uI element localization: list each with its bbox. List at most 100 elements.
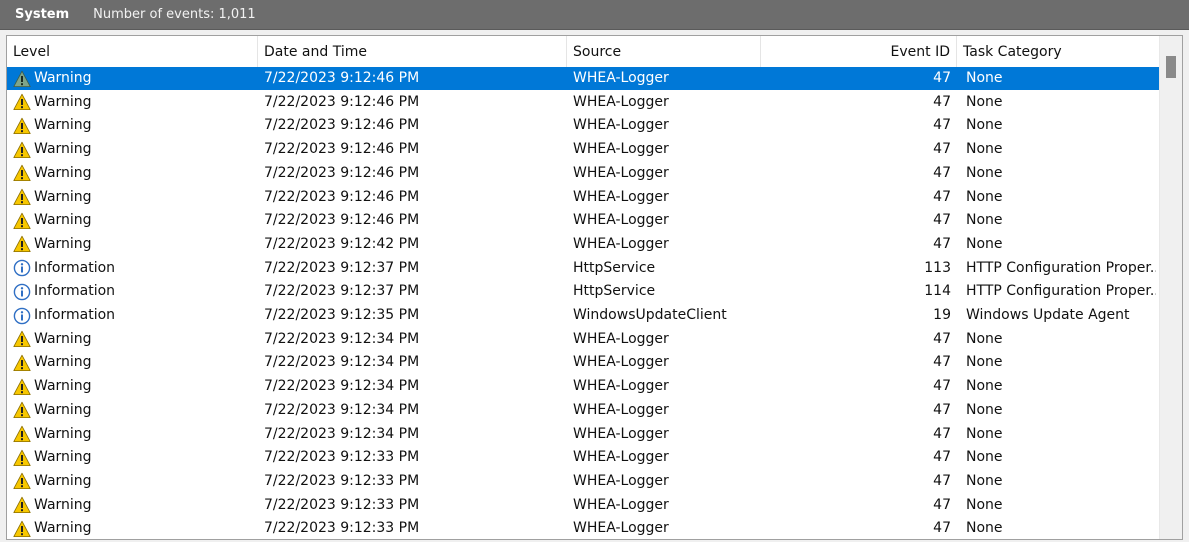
table-row[interactable]: Warning 7/22/2023 9:12:46 PM WHEA-Logger 47… — [7, 162, 1159, 185]
table-row[interactable]: Information 7/22/2023 9:12:35 PM WindowsUp… — [7, 304, 1159, 327]
source-cell: WHEA-Logger — [573, 425, 669, 442]
column-header-task-category[interactable]: Task Category — [957, 36, 1159, 67]
level-label: Warning — [34, 235, 92, 252]
datetime-cell: 7/22/2023 9:12:33 PM — [264, 496, 420, 513]
task-category-cell: None — [966, 401, 1003, 418]
info-icon — [13, 259, 31, 277]
event-id-cell: 47 — [933, 141, 951, 158]
level-cell: Warning — [13, 423, 258, 446]
level-cell: Warning — [13, 375, 258, 398]
warning-icon — [13, 93, 31, 111]
level-label: Warning — [34, 93, 92, 110]
task-category-cell: None — [966, 472, 1003, 489]
event-id-cell: 47 — [933, 235, 951, 252]
table-row[interactable]: Warning 7/22/2023 9:12:34 PM WHEA-Logger 47… — [7, 351, 1159, 374]
task-category-cell: Windows Update Agent — [966, 307, 1130, 323]
level-label: Warning — [34, 354, 92, 371]
table-row[interactable]: Warning 7/22/2023 9:12:46 PM WHEA-Logger 47… — [7, 91, 1159, 114]
table-row[interactable]: Information 7/22/2023 9:12:37 PM HttpServi… — [7, 280, 1159, 303]
event-id-cell: 47 — [933, 164, 951, 181]
vertical-scrollbar[interactable] — [1159, 36, 1182, 539]
table-row[interactable]: Warning 7/22/2023 9:12:33 PM WHEA-Logger 47… — [7, 494, 1159, 517]
source-cell: WHEA-Logger — [573, 117, 669, 134]
event-id-cell: 47 — [933, 188, 951, 205]
level-label: Warning — [34, 188, 92, 205]
datetime-cell: 7/22/2023 9:12:35 PM — [264, 307, 420, 323]
level-label: Information — [34, 283, 116, 300]
events-list-panel: Level Date and Time Source Event ID Task… — [6, 35, 1183, 540]
level-label: Warning — [34, 425, 92, 442]
column-header-level[interactable]: Level — [7, 36, 258, 67]
task-category-cell: None — [966, 188, 1003, 205]
level-label: Warning — [34, 378, 92, 395]
warning-icon — [13, 354, 31, 372]
task-category-cell: None — [966, 164, 1003, 181]
warning-icon — [13, 188, 31, 206]
level-label: Information — [34, 307, 116, 323]
source-cell: WHEA-Logger — [573, 164, 669, 181]
task-category-cell: None — [966, 449, 1003, 466]
datetime-cell: 7/22/2023 9:12:46 PM — [264, 93, 420, 110]
table-row[interactable]: Warning 7/22/2023 9:12:34 PM WHEA-Logger 47… — [7, 328, 1159, 351]
datetime-cell: 7/22/2023 9:12:46 PM — [264, 70, 420, 86]
table-row[interactable]: Warning 7/22/2023 9:12:33 PM WHEA-Logger 47… — [7, 470, 1159, 493]
level-label: Warning — [34, 164, 92, 181]
datetime-cell: 7/22/2023 9:12:37 PM — [264, 283, 420, 300]
table-row[interactable]: Warning 7/22/2023 9:12:34 PM WHEA-Logger 47… — [7, 423, 1159, 446]
task-category-cell: HTTP Configuration Proper... — [966, 259, 1156, 276]
table-row[interactable]: Warning 7/22/2023 9:12:46 PM WHEA-Logger 47… — [7, 67, 1159, 90]
table-row[interactable]: Warning 7/22/2023 9:12:33 PM WHEA-Logger 47… — [7, 517, 1159, 539]
source-cell: WHEA-Logger — [573, 496, 669, 513]
task-category-cell: None — [966, 520, 1003, 537]
level-cell: Warning — [13, 494, 258, 517]
datetime-cell: 7/22/2023 9:12:34 PM — [264, 401, 420, 418]
level-cell: Information — [13, 280, 258, 303]
event-id-cell: 47 — [933, 378, 951, 395]
datetime-cell: 7/22/2023 9:12:46 PM — [264, 212, 420, 229]
source-cell: WHEA-Logger — [573, 93, 669, 110]
scrollbar-thumb[interactable] — [1166, 56, 1176, 78]
warning-icon — [13, 70, 31, 88]
table-row[interactable]: Warning 7/22/2023 9:12:42 PM WHEA-Logger 47… — [7, 233, 1159, 256]
level-cell: Warning — [13, 328, 258, 351]
warning-icon — [13, 164, 31, 182]
column-header-date-time[interactable]: Date and Time — [258, 36, 567, 67]
level-cell: Warning — [13, 186, 258, 209]
column-header-row: Level Date and Time Source Event ID Task… — [7, 36, 1159, 68]
level-label: Warning — [34, 117, 92, 134]
datetime-cell: 7/22/2023 9:12:34 PM — [264, 425, 420, 442]
table-row[interactable]: Warning 7/22/2023 9:12:46 PM WHEA-Logger 47… — [7, 209, 1159, 232]
level-cell: Warning — [13, 91, 258, 114]
datetime-cell: 7/22/2023 9:12:34 PM — [264, 378, 420, 395]
table-row[interactable]: Information 7/22/2023 9:12:37 PM HttpServi… — [7, 257, 1159, 280]
level-cell: Warning — [13, 446, 258, 469]
warning-icon — [13, 212, 31, 230]
level-label: Warning — [34, 141, 92, 158]
table-row[interactable]: Warning 7/22/2023 9:12:34 PM WHEA-Logger 47… — [7, 375, 1159, 398]
task-category-cell: None — [966, 378, 1003, 395]
table-row[interactable]: Warning 7/22/2023 9:12:34 PM WHEA-Logger 47… — [7, 399, 1159, 422]
source-cell: WHEA-Logger — [573, 520, 669, 537]
level-label: Warning — [34, 401, 92, 418]
datetime-cell: 7/22/2023 9:12:46 PM — [264, 164, 420, 181]
warning-icon — [13, 117, 31, 135]
column-header-source[interactable]: Source — [567, 36, 761, 67]
column-header-event-id[interactable]: Event ID — [761, 36, 957, 67]
table-row[interactable]: Warning 7/22/2023 9:12:33 PM WHEA-Logger 47… — [7, 446, 1159, 469]
level-label: Warning — [34, 67, 92, 90]
event-id-cell: 47 — [933, 496, 951, 513]
level-cell: Warning — [13, 209, 258, 232]
table-row[interactable]: Warning 7/22/2023 9:12:46 PM WHEA-Logger 47… — [7, 114, 1159, 137]
source-cell: WHEA-Logger — [573, 472, 669, 489]
datetime-cell: 7/22/2023 9:12:46 PM — [264, 117, 420, 134]
table-row[interactable]: Warning 7/22/2023 9:12:46 PM WHEA-Logger 47… — [7, 186, 1159, 209]
event-id-cell: 47 — [933, 472, 951, 489]
log-title-bar: System Number of events: 1,011 — [0, 0, 1189, 30]
level-cell: Warning — [13, 470, 258, 493]
source-cell: WindowsUpdateClient — [573, 307, 727, 323]
datetime-cell: 7/22/2023 9:12:33 PM — [264, 449, 420, 466]
level-label: Warning — [34, 449, 92, 466]
table-row[interactable]: Warning 7/22/2023 9:12:46 PM WHEA-Logger 47… — [7, 138, 1159, 161]
event-id-cell: 114 — [924, 283, 951, 300]
datetime-cell: 7/22/2023 9:12:34 PM — [264, 330, 420, 347]
